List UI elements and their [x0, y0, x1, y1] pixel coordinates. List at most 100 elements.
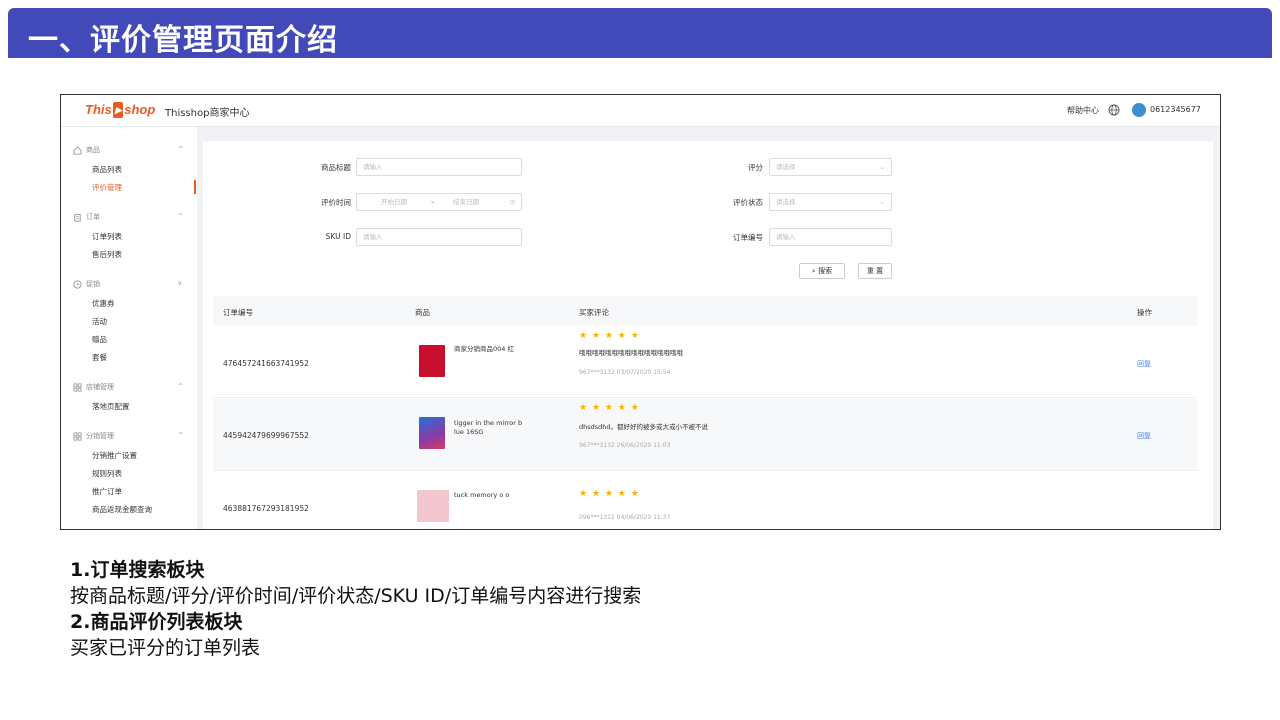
column-action: 操作	[1137, 308, 1152, 317]
sidebar-group-label: 店铺管理	[86, 383, 114, 391]
product-image[interactable]	[419, 417, 445, 449]
calendar-icon: ◷	[509, 198, 515, 206]
title-label: 商品标题	[321, 163, 351, 172]
start-date-placeholder: 开始日期	[381, 198, 407, 206]
sku-input[interactable]: 请输入	[356, 228, 522, 246]
order-number: 463881767293181952	[223, 504, 309, 513]
sidebar-group-promotion[interactable]: 促销	[73, 279, 100, 289]
note-heading-2: 2.商品评价列表板块	[70, 611, 243, 633]
chevron-up-icon[interactable]: ^	[178, 383, 183, 390]
sidebar-group-label: 促销	[86, 280, 100, 288]
globe-icon[interactable]	[1108, 104, 1120, 116]
rating-stars: ★ ★ ★ ★ ★	[579, 331, 640, 341]
clipboard-icon	[74, 213, 81, 222]
order-number: 476457241663741952	[223, 359, 309, 368]
product-name[interactable]: tuck memory o o	[454, 491, 528, 500]
grid-icon	[73, 432, 82, 440]
slide-header: 一、评价管理页面介绍	[8, 8, 1272, 58]
table-row: 476457241663741952 商家分销商品004 红 ★ ★ ★ ★ ★…	[213, 327, 1197, 398]
product-name[interactable]: 商家分销商品004 红	[454, 345, 528, 354]
order-input[interactable]: 请输入	[769, 228, 892, 246]
comment-text: 哦哦哦哦哦哦哦哦哦哦哦哦哦哦哦哦	[579, 349, 683, 357]
sidebar-group-label: 分销管理	[86, 432, 114, 440]
range-separator-icon: ⌁	[431, 198, 435, 206]
logo-bag-icon: ▸	[112, 102, 124, 118]
main-content: 商品标题 请输入 评分 请选择 ⌄ 评价时间 开始日期 ⌁ 结束日期 ◷ 评价状…	[203, 141, 1213, 529]
comment-meta: 967***3132 26/06/2020 11:03	[579, 442, 671, 449]
avatar[interactable]	[1132, 103, 1146, 117]
active-indicator	[194, 180, 196, 194]
sidebar-group-label: 商品	[86, 146, 100, 154]
sidebar-item-order-list[interactable]: 订单列表	[92, 231, 122, 242]
title-input[interactable]: 请输入	[356, 158, 522, 176]
product-name[interactable]: tigger in the mirror b lue 16SG	[454, 419, 528, 437]
app-name: Thisshop商家中心	[165, 108, 250, 119]
column-order-no: 订单编号	[223, 308, 253, 317]
rating-select[interactable]: 请选择 ⌄	[769, 158, 892, 176]
search-icon: ⌕	[811, 267, 816, 275]
end-date-placeholder: 结束日期	[453, 198, 479, 206]
sidebar-item-activity[interactable]: 活动	[92, 316, 107, 327]
product-image[interactable]	[419, 345, 445, 377]
comment-meta: 096***1312 04/06/2020 11:37	[579, 514, 671, 521]
sidebar-item-goods-list[interactable]: 商品列表	[92, 164, 122, 175]
search-button[interactable]: ⌕ 搜索	[799, 263, 845, 279]
comment-text: dhsdsdhd。都好好的被多或大或小不被不说	[579, 423, 709, 431]
sidebar-item-distribution-settings[interactable]: 分销推广设置	[92, 450, 137, 461]
note-text-1: 按商品标题/评分/评价时间/评价状态/SKU ID/订单编号内容进行搜索	[70, 585, 642, 607]
top-bar: This ▸ shop Thisshop商家中心 帮助中心 0612345677	[61, 95, 1220, 127]
sidebar-item-bundle[interactable]: 套餐	[92, 352, 107, 363]
sidebar-item-promo-orders[interactable]: 推广订单	[92, 486, 122, 497]
chevron-up-icon[interactable]: ^	[178, 213, 183, 220]
sidebar-item-cashback-query[interactable]: 商品返现金额查询	[92, 504, 152, 515]
chevron-up-icon[interactable]: ^	[178, 146, 183, 153]
sidebar-item-aftersale-list[interactable]: 售后列表	[92, 249, 122, 260]
order-label: 订单编号	[733, 233, 763, 242]
chevron-down-icon: ⌄	[879, 198, 885, 206]
rating-placeholder: 请选择	[776, 163, 796, 171]
slide: 一、评价管理页面介绍 This ▸ shop Thisshop商家中心 帮助中心 0…	[0, 0, 1280, 720]
search-button-label: 搜索	[818, 267, 833, 275]
sidebar-item-rules-list[interactable]: 规则列表	[92, 468, 122, 479]
chevron-up-icon[interactable]: ^	[178, 432, 183, 439]
rating-stars: ★ ★ ★ ★ ★	[579, 403, 640, 413]
rating-stars: ★ ★ ★ ★ ★	[579, 489, 640, 499]
sidebar-item-landing-config[interactable]: 落地页配置	[92, 401, 130, 412]
table-row: 445942479699967552 tigger in the mirror …	[213, 399, 1197, 471]
chevron-down-icon[interactable]: v	[178, 280, 182, 287]
date-range-picker[interactable]: 开始日期 ⌁ 结束日期 ◷	[356, 193, 522, 211]
sidebar-group-shop[interactable]: 店铺管理	[73, 382, 114, 392]
chevron-down-icon: ⌄	[879, 163, 885, 171]
sidebar-item-review-manage[interactable]: 评价管理	[92, 182, 122, 193]
clock-icon	[73, 279, 82, 289]
note-heading-1: 1.订单搜索板块	[70, 559, 205, 581]
sidebar-group-goods[interactable]: 商品	[73, 145, 100, 155]
column-comment: 买家评论	[579, 308, 609, 317]
note-text-2: 买家已评分的订单列表	[70, 637, 261, 659]
status-placeholder: 请选择	[776, 198, 796, 206]
logo-shop: shop	[124, 102, 156, 117]
sidebar-group-orders[interactable]: 订单	[73, 212, 100, 222]
status-select[interactable]: 请选择 ⌄	[769, 193, 892, 211]
reset-button[interactable]: 重 置	[858, 263, 892, 279]
table-row: 463881767293181952 tuck memory o o ★ ★ ★…	[213, 472, 1197, 529]
app-screenshot: This ▸ shop Thisshop商家中心 帮助中心 0612345677 商…	[60, 94, 1221, 530]
help-center-link[interactable]: 帮助中心	[1067, 105, 1099, 116]
sidebar: 商品 ^ 商品列表 评价管理 订单 ^ 订单列表 售后列表 促销 v 优惠券 活…	[61, 127, 197, 529]
reply-link[interactable]: 回复	[1137, 359, 1151, 369]
sku-label: SKU ID	[325, 232, 351, 241]
table-header: 订单编号 商品 买家评论 操作	[213, 296, 1197, 326]
logo[interactable]: This ▸ shop	[85, 102, 155, 118]
reply-link[interactable]: 回复	[1137, 431, 1151, 441]
sidebar-group-distribution[interactable]: 分销管理	[73, 431, 114, 441]
grid-icon	[73, 383, 82, 391]
time-label: 评价时间	[321, 198, 351, 207]
rating-label: 评分	[748, 163, 763, 172]
account-id[interactable]: 0612345677	[1150, 105, 1201, 114]
sidebar-item-gift[interactable]: 赠品	[92, 334, 107, 345]
product-image[interactable]	[417, 490, 449, 522]
order-number: 445942479699967552	[223, 431, 309, 440]
sidebar-group-label: 订单	[86, 213, 100, 221]
sidebar-item-coupon[interactable]: 优惠券	[92, 298, 115, 309]
comment-meta: 967***3132 03/07/2020 15:54	[579, 369, 671, 376]
